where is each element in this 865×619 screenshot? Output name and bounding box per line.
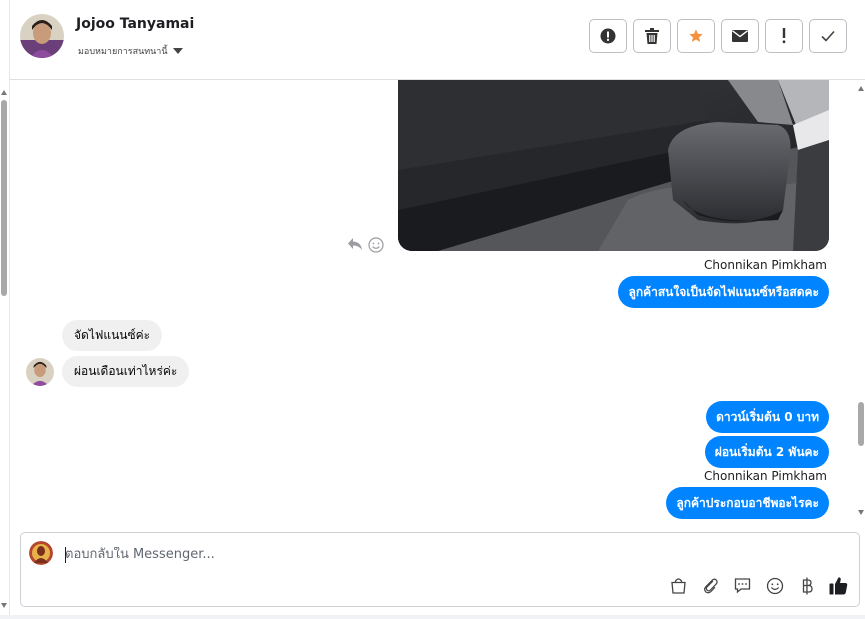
message-composer (20, 532, 860, 607)
assign-conversation-dropdown[interactable]: มอบหมายการสนทนานี้ (78, 44, 183, 58)
envelope-icon (732, 30, 748, 42)
shopping-bag-icon (671, 578, 686, 594)
contact-avatar[interactable] (20, 14, 64, 58)
scroll-up-arrow-icon[interactable] (858, 86, 864, 91)
saved-replies-button[interactable] (732, 575, 753, 596)
mark-spam-button[interactable] (589, 19, 627, 53)
alert-circle-icon (600, 28, 616, 44)
reply-icon[interactable] (347, 237, 363, 251)
trash-icon (645, 28, 659, 44)
bottom-divider (0, 615, 865, 619)
incoming-message[interactable]: ผ่อนเดือนเท่าไหร่ค่ะ (62, 356, 190, 387)
star-button[interactable] (677, 19, 715, 53)
shop-button[interactable] (668, 575, 689, 596)
contact-avatar-small (26, 358, 54, 386)
delete-button[interactable] (633, 19, 671, 53)
header-actions (589, 19, 847, 53)
page-avatar (29, 541, 53, 565)
emoji-icon (766, 577, 783, 594)
contact-name[interactable]: Jojoo Tanyamai (76, 16, 194, 32)
mark-unread-button[interactable] (721, 19, 759, 53)
send-like-button[interactable] (828, 575, 849, 596)
conversation-scrollbar[interactable] (857, 80, 865, 518)
sender-name: Chonnikan Pimkham (704, 258, 827, 272)
thumbs-up-icon (829, 577, 848, 595)
react-emoji-icon[interactable] (368, 237, 384, 253)
text-cursor (65, 547, 66, 563)
outgoing-message[interactable]: ผ่อนเริ่มต้น 2 พันคะ (704, 436, 829, 468)
baht-icon (802, 577, 813, 594)
assign-label: มอบหมายการสนทนานี้ (78, 47, 168, 57)
incoming-message[interactable]: จัดไฟแนนซ์ค่ะ (62, 320, 163, 351)
paperclip-icon (704, 578, 718, 594)
check-icon (821, 30, 835, 42)
saved-reply-icon (734, 578, 751, 594)
mark-done-button[interactable] (809, 19, 847, 53)
scrollbar-thumb[interactable] (1, 100, 7, 296)
exclamation-icon (782, 28, 786, 44)
follow-up-button[interactable] (765, 19, 803, 53)
outgoing-message[interactable]: ลูกค้าประกอบอาชีพอะไรคะ (666, 487, 829, 519)
photo-attachment[interactable] (398, 80, 829, 251)
reply-input[interactable] (65, 547, 665, 562)
outgoing-message[interactable]: ดาวน์เริ่มต้น 0 บาท (706, 401, 829, 433)
request-payment-button[interactable] (796, 575, 817, 596)
sender-name: Chonnikan Pimkham (704, 469, 827, 483)
star-icon (689, 29, 703, 42)
outgoing-message[interactable]: ลูกค้าสนใจเป็นจัดไฟแนนซ์หรือสดคะ (618, 276, 829, 308)
messenger-conversation-panel: Jojoo Tanyamai มอบหมายการสนทนานี้ Chonni… (0, 0, 865, 619)
scrollbar-thumb[interactable] (858, 402, 864, 446)
caret-down-icon (172, 48, 183, 54)
scroll-up-arrow-icon[interactable] (1, 90, 7, 95)
scroll-down-arrow-icon[interactable] (858, 510, 864, 515)
emoji-button[interactable] (764, 575, 785, 596)
conversation-header: Jojoo Tanyamai มอบหมายการสนทนานี้ (10, 0, 865, 80)
scroll-down-arrow-icon[interactable] (1, 603, 7, 608)
left-scrollbar[interactable] (0, 0, 10, 619)
attach-file-button[interactable] (700, 575, 721, 596)
composer-toolbar (668, 575, 849, 596)
